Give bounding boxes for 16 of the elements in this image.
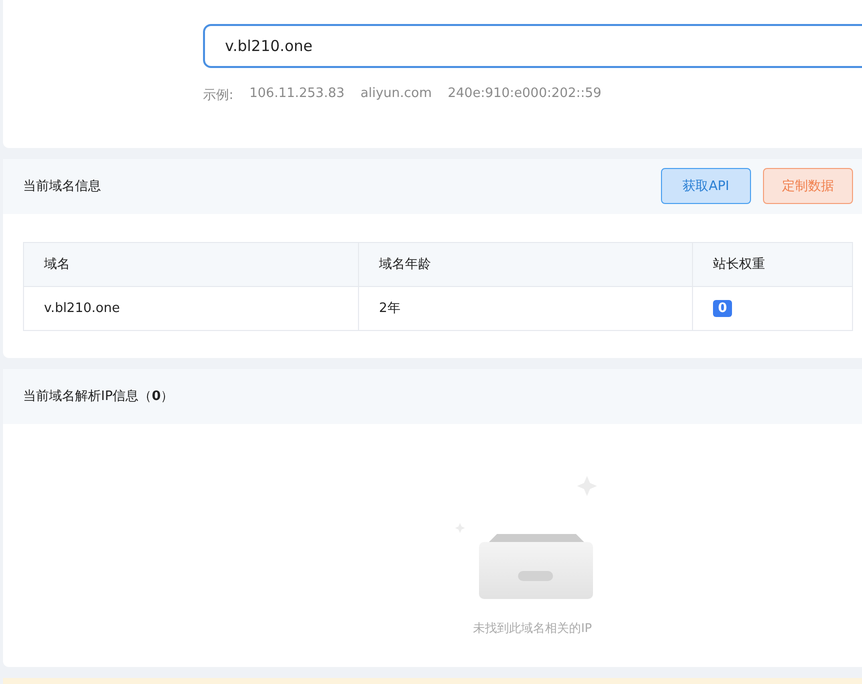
column-header: 站长权重: [692, 242, 852, 286]
action-button[interactable]: 定制数据: [763, 168, 853, 204]
column-header: 域名年龄: [358, 242, 692, 286]
search-field[interactable]: v.bl210.one: [203, 24, 862, 68]
example-link[interactable]: 240e:910:e000:202::59: [448, 86, 602, 104]
example-link[interactable]: aliyun.com: [360, 86, 432, 104]
action-button[interactable]: 获取API: [661, 168, 751, 204]
section-title: 当前域名解析IP信息（0）: [23, 388, 174, 406]
empty-message: 未找到此域名相关的IP: [473, 620, 592, 637]
examples-label: 示例:: [203, 87, 234, 104]
table-cell: 2年: [358, 286, 692, 330]
table-cell: v.bl210.one: [24, 286, 358, 330]
weight-badge: 0: [713, 300, 732, 317]
section-title: 当前域名信息: [23, 178, 101, 196]
column-header: 域名: [24, 242, 358, 286]
example-link[interactable]: 106.11.253.83: [249, 86, 344, 104]
